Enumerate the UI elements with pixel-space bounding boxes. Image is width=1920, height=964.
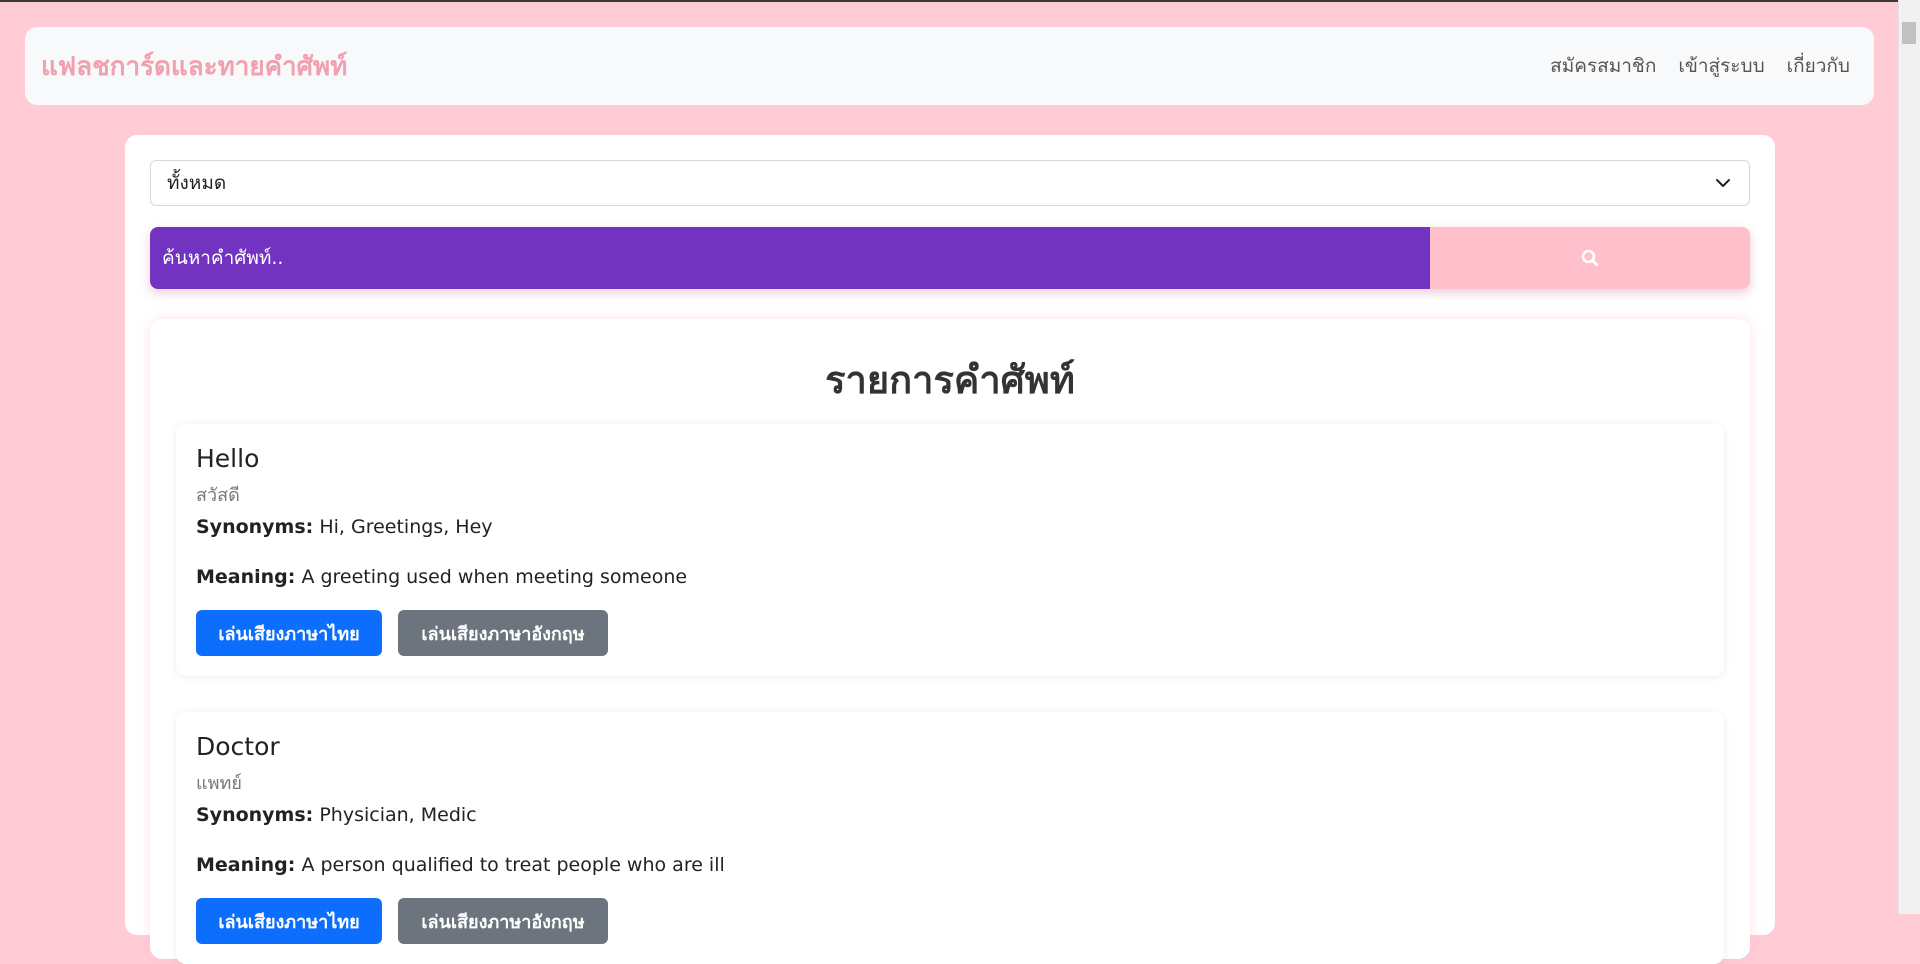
vertical-scrollbar[interactable] — [1898, 0, 1920, 914]
meaning-value: A greeting used when meeting someone — [301, 566, 688, 588]
word-list-title: รายการคำศัพท์ — [825, 358, 1075, 402]
word-thai: สวัสดี — [196, 485, 240, 506]
synonyms-line: Synonyms: Physician, Medic — [196, 804, 477, 826]
synonyms-line: Synonyms: Hi, Greetings, Hey — [196, 516, 493, 538]
nav-link-register[interactable]: สมัครสมาชิก — [1550, 51, 1656, 81]
meaning-label: Meaning — [196, 854, 288, 876]
chevron-down-icon — [1716, 179, 1730, 187]
play-thai-button[interactable]: เล่นเสียงภาษาไทย — [196, 610, 382, 656]
play-english-button[interactable]: เล่นเสียงภาษาอังกฤษ — [398, 898, 608, 944]
search-icon — [1581, 249, 1599, 267]
synonyms-label: Synonyms — [196, 516, 306, 538]
synonyms-value: Hi, Greetings, Hey — [319, 516, 493, 538]
brand-title[interactable]: แฟลชการ์ดและทายคำศัพท์ — [41, 46, 347, 87]
nav-link-login[interactable]: เข้าสู่ระบบ — [1678, 51, 1764, 81]
category-select-value: ทั้งหมด — [167, 172, 227, 194]
main-container: ทั้งหมด รายการคำศัพท์ Hello สวัสดี Synon… — [125, 135, 1775, 964]
play-english-button[interactable]: เล่นเสียงภาษาอังกฤษ — [398, 610, 608, 656]
word-english: Doctor — [196, 732, 280, 761]
nav-links: สมัครสมาชิก เข้าสู่ระบบ เกี่ยวกับ — [1550, 51, 1850, 81]
word-card: Doctor แพทย์ Synonyms: Physician, Medic … — [176, 712, 1724, 964]
meaning-label: Meaning — [196, 566, 288, 588]
search-button[interactable] — [1430, 227, 1750, 289]
word-card: Hello สวัสดี Synonyms: Hi, Greetings, He… — [176, 424, 1724, 676]
word-list-panel: รายการคำศัพท์ Hello สวัสดี Synonyms: Hi,… — [150, 319, 1750, 964]
meaning-line: Meaning: A person qualified to treat peo… — [196, 854, 725, 876]
word-thai: แพทย์ — [196, 773, 242, 794]
word-english: Hello — [196, 444, 260, 473]
search-bar — [150, 227, 1750, 289]
nav-link-about[interactable]: เกี่ยวกับ — [1787, 51, 1850, 81]
play-thai-button[interactable]: เล่นเสียงภาษาไทย — [196, 898, 382, 944]
synonyms-value: Physician, Medic — [319, 804, 477, 826]
search-input[interactable] — [150, 227, 1430, 289]
window-top-border — [0, 0, 1920, 2]
scrollbar-thumb[interactable] — [1902, 22, 1916, 44]
synonyms-label: Synonyms — [196, 804, 306, 826]
meaning-value: A person qualified to treat people who a… — [301, 854, 725, 876]
navbar: แฟลชการ์ดและทายคำศัพท์ สมัครสมาชิก เข้าส… — [25, 27, 1874, 105]
meaning-line: Meaning: A greeting used when meeting so… — [196, 566, 688, 588]
category-select[interactable]: ทั้งหมด — [150, 160, 1750, 206]
